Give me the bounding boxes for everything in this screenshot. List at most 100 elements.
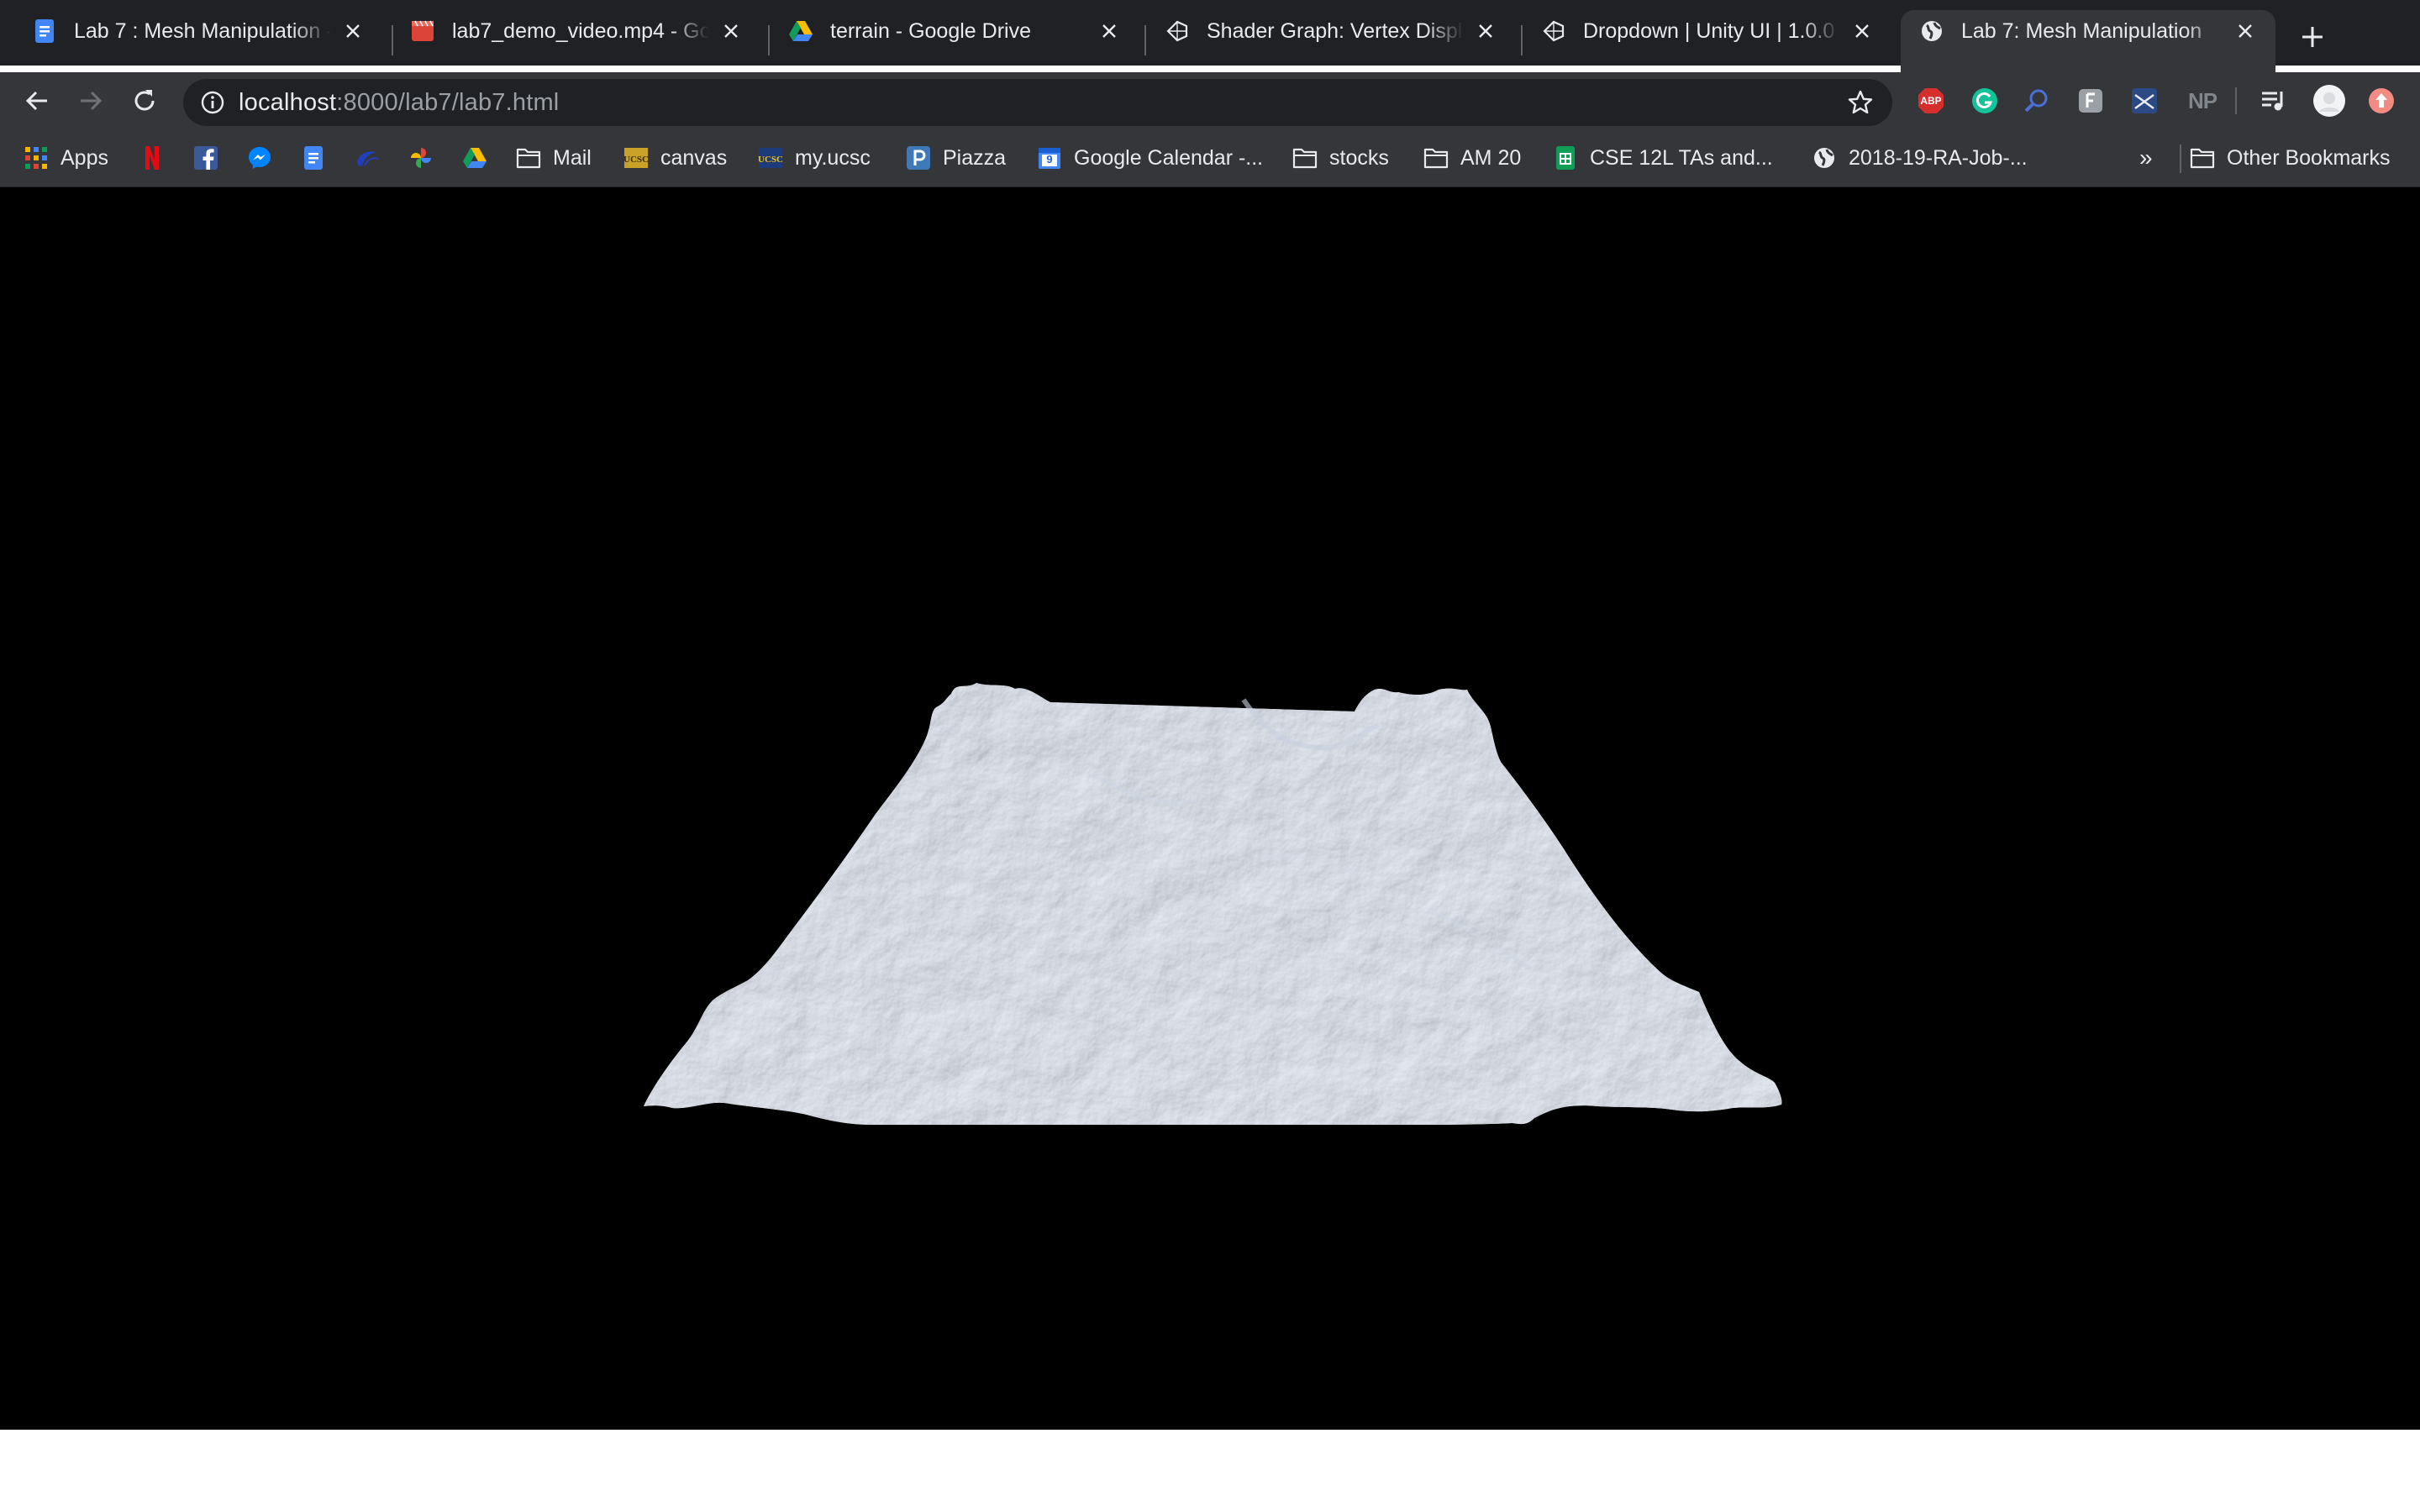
bookmark-netflix[interactable] [139,141,165,175]
google-drive-icon [788,18,813,44]
grammarly-icon[interactable] [1970,86,2000,116]
globe-icon [1812,145,1837,171]
facebook-icon [193,145,218,171]
bookmark-label: canvas [660,145,728,170]
browser-toolbar: localhost:8000/lab7/lab7.html ABP NP [0,72,2420,129]
globe-icon [1919,18,1944,44]
new-tab-button[interactable] [2296,20,2329,54]
svg-text:UCSC: UCSC [623,155,649,165]
bookmark-ucsc-link[interactable] [355,141,380,175]
bookmark-stocks[interactable]: stocks [1292,141,1389,175]
url-host: localhost [239,88,337,116]
close-tab-icon[interactable] [719,19,743,43]
bookmark-other[interactable]: Other Bookmarks [2190,141,2391,175]
webgl-canvas[interactable] [0,187,2420,1430]
bookmark-star-icon[interactable] [1845,87,1876,118]
close-tab-icon[interactable] [1474,19,1497,43]
bookmark-piazza[interactable]: Piazza [906,141,1006,175]
reload-button[interactable] [128,84,161,118]
np-label: NP [2187,87,2217,113]
bookmark-myucsc[interactable]: UCSC my.ucsc [758,141,871,175]
forward-button[interactable] [74,84,108,118]
address-bar[interactable]: localhost:8000/lab7/lab7.html [183,79,1892,126]
url-path: :8000/lab7/lab7.html [336,88,560,116]
folder-icon [1292,145,1318,171]
info-icon[interactable] [198,88,227,117]
ucsc-logo-icon [355,145,380,171]
search-ext-icon[interactable] [2022,86,2052,116]
bookmark-google-calendar[interactable]: 9 Google Calendar -... [1037,141,1263,175]
bookmark-label: Piazza [943,145,1007,170]
ucsc-icon: UCSC [758,145,783,171]
tab-title: Shader Graph: Vertex Displa [1207,18,1464,43]
tab-title: terrain - Google Drive [830,18,1031,43]
unity-icon [1541,18,1566,44]
apps-grid-icon [24,145,49,171]
bookmark-label: AM 20 [1460,145,1522,170]
chevron-double-right-icon: » [2139,144,2153,171]
back-button[interactable] [20,84,54,118]
bookmark-label: 2018-19-RA-Job-... [1849,145,2028,170]
google-docs-icon [301,145,326,171]
svg-text:UCSC: UCSC [758,155,783,165]
google-docs-icon [32,18,57,44]
google-drive-icon [462,145,487,171]
bookmark-cse12l[interactable]: CSE 12L TAs and... [1553,141,1773,175]
bookmark-messenger[interactable] [247,141,272,175]
folder-icon [1423,145,1449,171]
close-tab-icon[interactable] [1850,19,1874,43]
bookmark-label: CSE 12L TAs and... [1590,145,1773,170]
tab-terrain-drive[interactable]: terrain - Google Drive [770,10,1139,72]
profile-avatar-icon[interactable] [2312,85,2346,117]
update-icon[interactable] [2366,86,2396,116]
np-ext-icon[interactable]: NP [2183,86,2222,116]
tab-shader-graph[interactable]: Shader Graph: Vertex Displa [1146,10,1516,72]
google-photos-icon [408,145,434,171]
folder-icon [2190,145,2215,171]
google-calendar-icon: 9 [1037,145,1062,171]
bookmark-docs[interactable] [301,141,326,175]
bookmark-label: my.ucsc [795,145,871,170]
piazza-icon [906,145,931,171]
bookmarks-overflow-button[interactable]: » [2139,141,2153,175]
bookmark-mail[interactable]: Mail [516,141,592,175]
close-tab-icon[interactable] [2233,19,2257,43]
tab-title: Lab 7 : Mesh Manipulation - [74,18,331,43]
close-tab-icon[interactable] [1097,19,1121,43]
tab-lab7-doc[interactable]: Lab 7 : Mesh Manipulation - [13,10,383,72]
media-control-icon[interactable] [2259,86,2289,116]
ruler-ext-icon[interactable] [2129,86,2160,116]
bookmark-am20[interactable]: AM 20 [1423,141,1521,175]
ucsc-seal-icon: UCSC [623,145,649,171]
arrow-left-icon [25,91,47,111]
bookmark-canvas[interactable]: UCSC canvas [623,141,727,175]
tab-dropdown-unity[interactable]: Dropdown | Unity UI | 1.0.0 [1523,10,1892,72]
tab-title: Lab 7: Mesh Manipulation [1961,18,2202,43]
reload-icon [134,90,155,111]
bookmark-label: Other Bookmarks [2227,145,2391,170]
bookmark-ra-job[interactable]: 2018-19-RA-Job-... [1812,141,2028,175]
tab-lab7-active[interactable]: Lab 7: Mesh Manipulation [1901,10,2275,72]
terrain-mesh [644,683,1782,1125]
close-tab-icon[interactable] [341,19,365,43]
google-sheets-icon [1553,145,1578,171]
tab-title: lab7_demo_video.mp4 - Goo [452,18,709,43]
bookmarks-bar: Apps Mail UCSC canvas UCSC my.ucsc Piazz… [0,129,2420,187]
bookmark-label: Mail [553,145,592,170]
video-file-icon [410,18,435,44]
bookmark-label: stocks [1329,145,1389,170]
bookmark-drive[interactable] [462,141,487,175]
bookmark-apps[interactable]: Apps [24,141,108,175]
tab-title: Dropdown | Unity UI | 1.0.0 [1583,18,1835,43]
messenger-icon [247,145,272,171]
extension-icon[interactable] [2075,86,2106,116]
bookmark-facebook[interactable] [193,141,218,175]
abp-label: ABP [1920,95,1942,107]
bookmark-photos[interactable] [408,141,434,175]
bookmark-label: Apps [60,145,108,170]
tab-demo-video[interactable]: lab7_demo_video.mp4 - Goo [392,10,761,72]
bookmark-label: Google Calendar -... [1074,145,1264,170]
toolbar-divider [2235,87,2237,114]
tab-strip: Lab 7 : Mesh Manipulation - lab7_demo_vi… [0,0,2420,72]
adblock-plus-icon[interactable]: ABP [1916,86,1946,116]
